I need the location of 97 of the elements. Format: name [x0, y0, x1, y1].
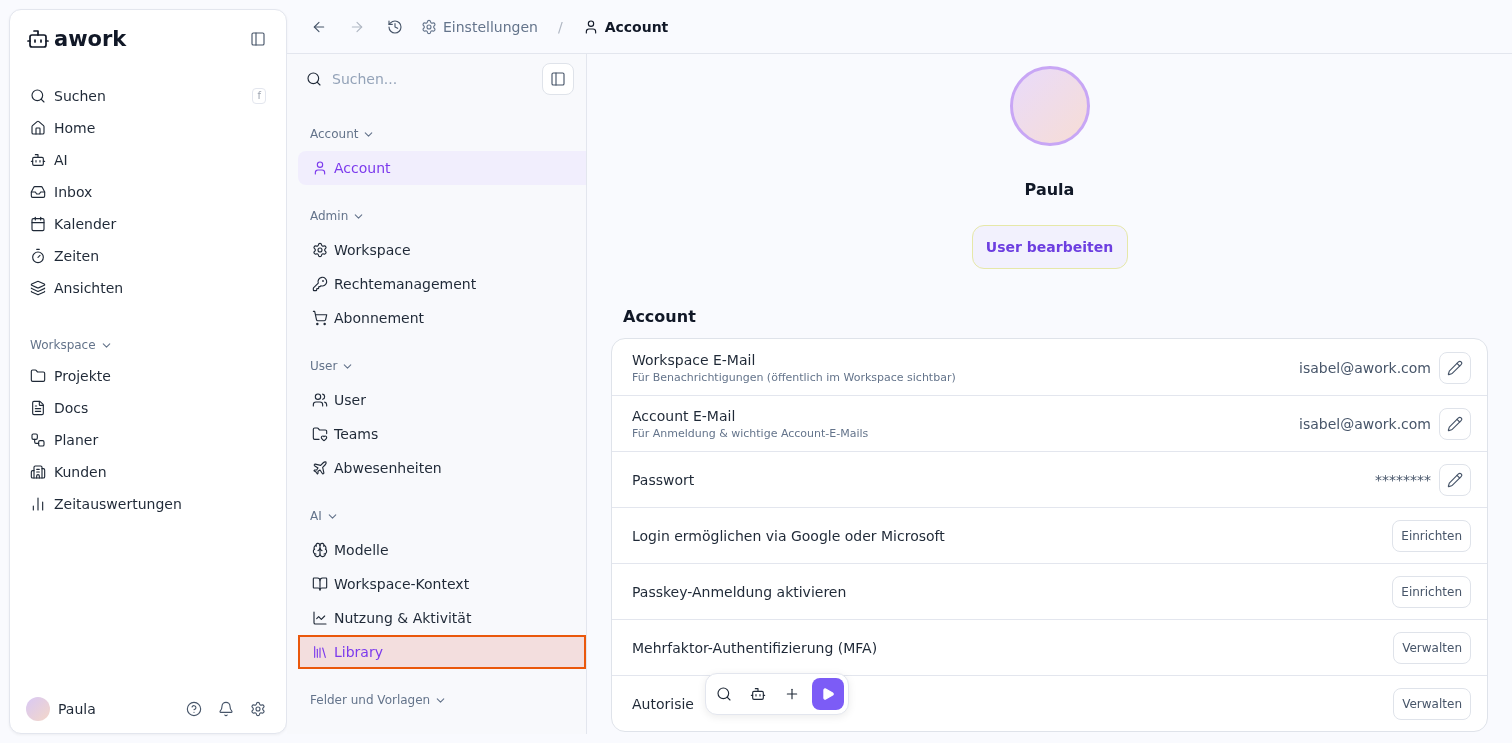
user-name: Paula	[58, 701, 97, 717]
nav-item[interactable]: Home	[22, 112, 274, 144]
search-field[interactable]: Suchen...	[330, 70, 534, 88]
cart-icon	[312, 310, 328, 326]
folder-icon	[30, 368, 46, 384]
nav-item[interactable]: AI	[22, 144, 274, 176]
nav-item[interactable]: Inbox	[22, 176, 274, 208]
group-header[interactable]: Account	[298, 117, 586, 151]
nav-item[interactable]: Ansichten	[22, 272, 274, 304]
settings-nav-item[interactable]: Account	[298, 151, 586, 185]
action-button[interactable]: Einrichten	[1392, 575, 1471, 608]
play-button[interactable]	[812, 678, 844, 710]
group-header[interactable]: User	[298, 349, 586, 383]
bell-icon	[218, 701, 234, 717]
building-icon	[30, 464, 46, 480]
panel-icon	[550, 71, 566, 87]
nav-item[interactable]: Kalender	[22, 208, 274, 240]
search-icon	[306, 71, 322, 87]
shortcut-key: f	[252, 88, 266, 104]
row-label: Autorisie	[632, 695, 695, 712]
user-icon	[312, 160, 328, 176]
row-label: Mehrfaktor-Authentifizierung (MFA)	[632, 639, 879, 656]
settings-nav-item[interactable]: Abwesenheiten	[298, 451, 586, 485]
edit-button[interactable]	[1439, 351, 1471, 384]
row-label: Login ermöglichen via Google oder Microsoft	[632, 527, 946, 544]
settings-nav-item[interactable]: Teams	[298, 417, 586, 451]
row-description: Für Anmeldung & wichtige Account-E-Mails	[632, 426, 870, 440]
timer-icon	[30, 248, 46, 264]
action-button[interactable]: Verwalten	[1393, 631, 1471, 664]
settings-icon	[421, 18, 437, 35]
logo: awork	[26, 27, 127, 51]
group-header[interactable]: AI	[298, 499, 586, 533]
collapse-panel-button[interactable]	[542, 63, 574, 95]
panel-icon	[250, 31, 266, 47]
robot-icon	[26, 27, 50, 51]
nav-item[interactable]: Zeiten	[22, 240, 274, 272]
settings-nav-item[interactable]: Rechtemanagement	[298, 267, 586, 301]
nav-item[interactable]: Projekte	[22, 360, 274, 392]
edit-user-button[interactable]: User bearbeiten	[971, 225, 1128, 269]
pencil-icon	[1447, 415, 1463, 432]
row-label: Passwort	[632, 471, 696, 488]
nav-item[interactable]: Suchen f	[22, 80, 274, 112]
settings-icon	[250, 701, 266, 717]
document-icon	[30, 400, 46, 416]
pencil-icon	[1447, 471, 1463, 488]
settings-nav-item[interactable]: Abonnement	[298, 301, 586, 335]
settings-nav-item[interactable]: Modelle	[298, 533, 586, 567]
nav-item[interactable]: Docs	[22, 392, 274, 424]
folder-icon	[312, 426, 328, 442]
home-icon	[30, 120, 46, 136]
settings-nav-item[interactable]: User	[298, 383, 586, 417]
inbox-icon	[30, 184, 46, 200]
line-chart-icon	[312, 610, 328, 626]
users-icon	[312, 392, 328, 408]
breadcrumb-separator: /	[557, 18, 563, 35]
group-header[interactable]: Felder und Vorlagen	[298, 683, 586, 717]
nav-item[interactable]: Planer	[22, 424, 274, 456]
row-value: isabel@awork.com	[1299, 415, 1431, 432]
pencil-icon	[1447, 359, 1463, 376]
search-icon	[30, 88, 46, 104]
action-button[interactable]: Verwalten	[1393, 687, 1471, 720]
layers-icon	[30, 280, 46, 296]
group-header[interactable]: Admin	[298, 199, 586, 233]
row-value: ********	[1375, 471, 1431, 488]
row-label: Workspace E-Mail	[632, 351, 757, 368]
plane-icon	[312, 460, 328, 476]
bar-chart-icon	[30, 496, 46, 512]
settings-nav-item[interactable]: Library	[298, 635, 586, 669]
settings-nav-item[interactable]: Nutzung & Aktivität	[298, 601, 586, 635]
workflow-icon	[30, 432, 46, 448]
key-icon	[312, 276, 328, 292]
nav-item[interactable]: Kunden	[22, 456, 274, 488]
row-description: Für Benachrichtigungen (öffentlich im Workspace sichtbar)	[632, 370, 957, 384]
section-title: Account	[623, 307, 697, 326]
book-icon	[312, 576, 328, 592]
robot-icon	[30, 152, 46, 168]
settings-nav-item[interactable]: Workspace-Kontext	[298, 567, 586, 601]
row-value: isabel@awork.com	[1299, 359, 1431, 376]
nav-item[interactable]: Zeitauswertungen	[22, 488, 274, 520]
library-icon	[312, 644, 328, 660]
edit-button[interactable]	[1439, 463, 1471, 496]
profile-name: Paula	[1024, 180, 1075, 199]
breadcrumb-link[interactable]: Einstellungen	[421, 18, 538, 35]
help-icon	[186, 701, 202, 717]
breadcrumb-link[interactable]: Account	[582, 18, 669, 35]
history-icon	[387, 18, 403, 35]
action-button[interactable]: Einrichten	[1392, 519, 1471, 552]
row-label: Passkey-Anmeldung aktivieren	[632, 583, 848, 600]
settings-nav-item[interactable]: Workspace	[298, 233, 586, 267]
settings-icon	[312, 242, 328, 258]
play-icon	[821, 687, 835, 701]
nav-label: Suchen	[54, 88, 106, 104]
edit-button[interactable]	[1439, 407, 1471, 440]
section-header[interactable]: Workspace	[22, 330, 274, 360]
brain-icon	[312, 542, 328, 558]
calendar-icon	[30, 216, 46, 232]
row-label: Account E-Mail	[632, 407, 737, 424]
